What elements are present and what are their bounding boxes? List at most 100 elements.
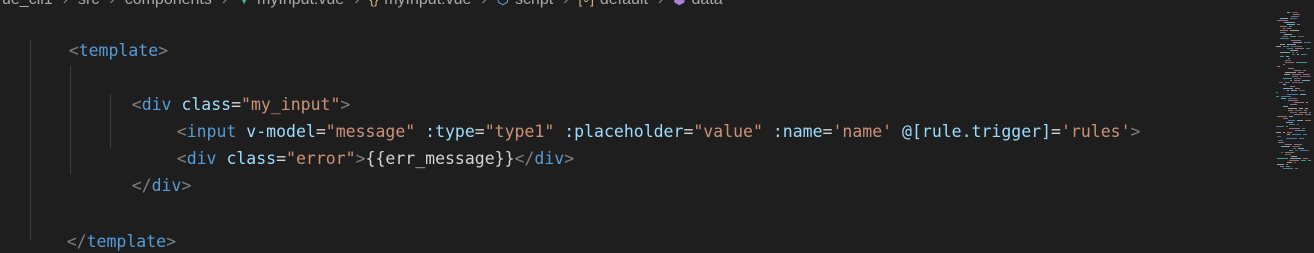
minimap-line: [1283, 84, 1286, 85]
minimap-line: [1297, 24, 1300, 25]
minimap-line: [1303, 74, 1310, 75]
minimap[interactable]: [1270, 0, 1314, 253]
indent-guide: [70, 66, 71, 174]
minimap-line: [1282, 36, 1288, 37]
minimap-line: [1293, 42, 1302, 43]
minimap-line: [1276, 92, 1278, 93]
minimap-line: [1292, 74, 1301, 75]
breadcrumb-separator: ›: [650, 0, 671, 9]
token-punctuation: >: [564, 149, 575, 168]
breadcrumb-item[interactable]: src: [76, 0, 101, 9]
minimap-line: [1305, 114, 1311, 115]
minimap-line: [1298, 148, 1304, 149]
minimap-line: [1300, 94, 1306, 95]
minimap-line: [1294, 78, 1301, 79]
token-attribute: @[rule.trigger]: [902, 122, 1052, 141]
minimap-line: [1289, 160, 1299, 161]
minimap-line: [1306, 102, 1308, 103]
minimap-line: [1289, 124, 1295, 125]
minimap-line: [1290, 158, 1301, 159]
minimap-line: [1289, 128, 1300, 129]
breadcrumb-item[interactable]: ⬡ script: [495, 0, 555, 9]
breadcrumb-separator: ›: [473, 0, 494, 9]
minimap-line: [1290, 86, 1295, 87]
minimap-line: [1281, 98, 1286, 99]
minimap-line: [1277, 66, 1280, 67]
minimap-line: [1292, 82, 1303, 83]
code-line-8[interactable]: </template>: [27, 203, 176, 251]
code-line-6[interactable]: </div>: [92, 147, 192, 195]
minimap-line: [1286, 164, 1288, 165]
minimap-line: [1287, 90, 1289, 91]
minimap-line: [1283, 168, 1293, 169]
code-line-1[interactable]: <template>: [29, 12, 168, 60]
minimap-line: [1291, 156, 1297, 157]
breadcrumb-item[interactable]: [∘] default: [577, 0, 650, 9]
minimap-line: [1303, 134, 1307, 135]
minimap-line: [1281, 146, 1290, 147]
token-attribute: :placeholder: [564, 122, 684, 141]
minimap-line: [1280, 26, 1287, 27]
minimap-line: [1294, 114, 1303, 115]
minimap-line: [1288, 98, 1297, 99]
code-line-4[interactable]: <input v-model="message" :type="type1" :…: [137, 93, 1141, 141]
minimap-line: [1302, 80, 1310, 81]
code-line-5[interactable]: <div class="error">{{err_message}}</div>: [137, 120, 574, 168]
minimap-line: [1276, 126, 1284, 127]
token-text: {{err_message}}: [365, 149, 515, 168]
breadcrumb-item[interactable]: ▼ myInput.vue: [235, 0, 346, 9]
minimap-line: [1280, 18, 1288, 19]
breadcrumb-item[interactable]: ⬢ data: [671, 0, 724, 9]
minimap-line: [1285, 152, 1294, 153]
minimap-line: [1287, 162, 1292, 163]
breadcrumb-item[interactable]: components: [123, 0, 214, 9]
minimap-line: [1283, 28, 1285, 29]
code-editor[interactable]: <template> <div class="my_input"> <input…: [0, 0, 1270, 253]
minimap-line: [1308, 160, 1311, 161]
minimap-line: [1285, 154, 1291, 155]
minimap-line: [1284, 34, 1292, 35]
minimap-line: [1283, 88, 1293, 89]
minimap-line: [1300, 150, 1309, 151]
minimap-line: [1287, 94, 1298, 95]
minimap-line: [1295, 110, 1302, 111]
token-punctuation: </: [131, 176, 152, 195]
minimap-line: [1294, 144, 1302, 145]
token-string: "value": [693, 122, 763, 141]
minimap-line: [1289, 150, 1293, 151]
minimap-line: [1287, 24, 1295, 25]
minimap-line: [1277, 136, 1281, 137]
minimap-line: [1290, 112, 1297, 113]
minimap-line: [1304, 42, 1311, 43]
minimap-line: [1303, 70, 1306, 71]
minimap-line: [1306, 48, 1310, 49]
token-punctuation: </: [514, 149, 535, 168]
minimap-line: [1283, 64, 1285, 65]
minimap-line: [1281, 96, 1291, 97]
minimap-line: [1284, 22, 1295, 23]
minimap-line: [1291, 90, 1297, 91]
minimap-line: [1285, 72, 1296, 73]
breadcrumb-item[interactable]: ue_cli1: [0, 0, 55, 9]
minimap-line: [1300, 76, 1311, 77]
minimap-line: [1287, 12, 1290, 13]
minimap-line: [1290, 104, 1297, 105]
minimap-line: [1290, 50, 1298, 51]
minimap-line: [1295, 130, 1305, 131]
breadcrumb-item[interactable]: {} myInput.vue: [368, 0, 474, 9]
minimap-line: [1288, 100, 1298, 101]
token-punctuation: >: [181, 176, 192, 195]
token-punctuation: >: [355, 149, 366, 168]
minimap-line: [1283, 132, 1285, 133]
minimap-line: [1291, 16, 1299, 17]
minimap-line: [1294, 80, 1300, 81]
minimap-line: [1297, 120, 1303, 121]
breadcrumb-separator: ›: [214, 0, 235, 9]
code-line-3[interactable]: <div class="my_input">: [92, 66, 351, 114]
minimap-line: [1288, 108, 1297, 109]
minimap-line: [1299, 112, 1307, 113]
token-tag: div: [151, 176, 182, 195]
minimap-line: [1276, 96, 1279, 97]
minimap-line: [1290, 36, 1296, 37]
minimap-line: [1296, 52, 1298, 53]
